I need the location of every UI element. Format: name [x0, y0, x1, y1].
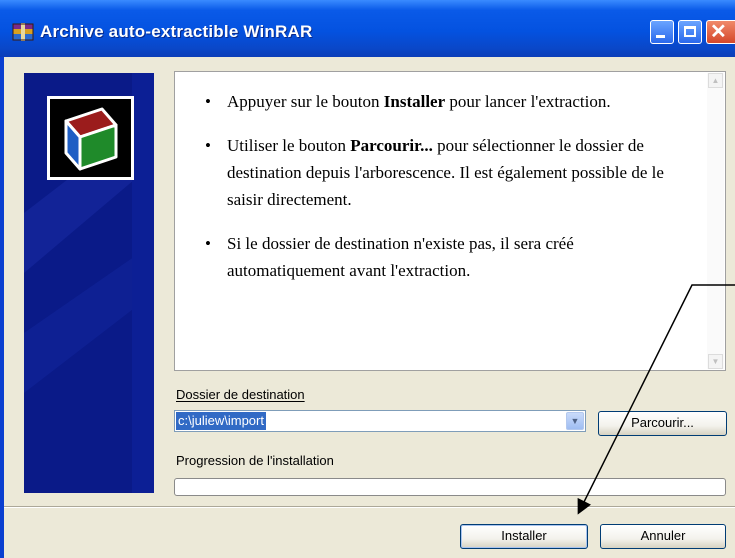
close-icon: ✕ — [710, 21, 727, 43]
instruction-item: • Si le dossier de destination n'existe p… — [205, 234, 574, 280]
instruction-item: • Appuyer sur le bouton Installer pour la… — [205, 92, 611, 111]
installer-window: Archive auto-extractible WinRAR ✕ • Appu… — [0, 0, 735, 558]
instructions-scrollbar[interactable]: ▲ ▼ — [707, 73, 724, 369]
winrar-archive-icon — [12, 23, 34, 41]
title-bar[interactable]: Archive auto-extractible WinRAR ✕ — [0, 0, 735, 57]
destination-combobox[interactable]: c:\juliew\import ▼ — [174, 410, 586, 432]
scroll-down-icon[interactable]: ▼ — [708, 354, 723, 369]
cancel-button[interactable]: Annuler — [600, 524, 726, 549]
chevron-down-icon[interactable]: ▼ — [566, 412, 584, 430]
window-title: Archive auto-extractible WinRAR — [40, 22, 313, 41]
install-progress-bar — [174, 478, 726, 496]
separator — [4, 506, 735, 508]
archive-box-icon — [64, 107, 118, 171]
minimize-button[interactable] — [650, 20, 674, 44]
dialog-body: • Appuyer sur le bouton Installer pour la… — [4, 57, 735, 558]
minimize-icon — [656, 35, 665, 38]
browse-button[interactable]: Parcourir... — [598, 411, 727, 436]
scroll-up-icon[interactable]: ▲ — [708, 73, 723, 88]
instructions-panel[interactable]: • Appuyer sur le bouton Installer pour la… — [174, 71, 726, 371]
maximize-icon — [684, 26, 696, 37]
close-button[interactable]: ✕ — [706, 20, 735, 44]
maximize-button[interactable] — [678, 20, 702, 44]
destination-label: Dossier de destination — [176, 387, 305, 402]
side-banner — [24, 73, 154, 493]
progress-label: Progression de l'installation — [176, 453, 334, 468]
winrar-logo — [47, 96, 134, 180]
instruction-item: • Utiliser le bouton Parcourir... pour sé… — [205, 136, 664, 209]
destination-value[interactable]: c:\juliew\import — [176, 412, 266, 430]
install-button[interactable]: Installer — [460, 524, 588, 549]
